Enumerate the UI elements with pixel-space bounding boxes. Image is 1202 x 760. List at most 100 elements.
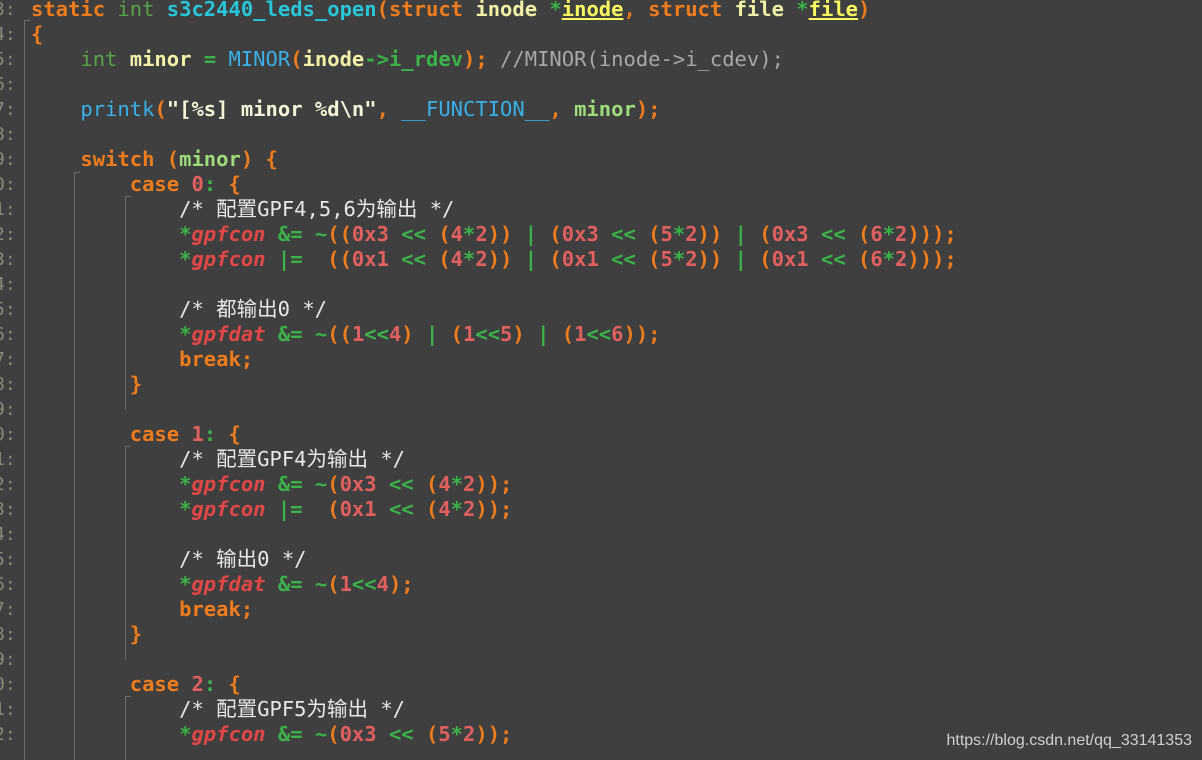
code-line[interactable]: 9: switch (minor) { [0, 147, 1202, 172]
code-text: /* 配置GPF4为输出 */ [31, 447, 405, 472]
code-token: ~ [314, 222, 328, 246]
code-token: break [179, 597, 241, 621]
line-number: 3: [0, 249, 16, 270]
code-line[interactable]: 3: *gpfcon |= ((0x1 << (4*2)) | (0x1 << … [0, 247, 1202, 272]
code-token: : [203, 172, 217, 196]
code-token: 0x3 [771, 222, 809, 246]
code-token: ~ [314, 472, 328, 496]
code-line[interactable]: 0: case 1: { [0, 422, 1202, 447]
code-token: | [524, 222, 538, 246]
code-line[interactable]: 9: [0, 397, 1202, 422]
code-line[interactable]: 1: /* 配置GPF5为输出 */ [0, 697, 1202, 722]
code-token: 1 [191, 422, 204, 446]
code-token: //MINOR(inode->i_cdev); [500, 47, 784, 71]
code-token: 1 [574, 322, 587, 346]
line-number: 5: [0, 49, 16, 70]
code-line[interactable]: 1: /* 配置GPF4为输出 */ [0, 447, 1202, 472]
function-fold-guide [24, 20, 25, 760]
code-line[interactable]: 4: [0, 272, 1202, 297]
code-token: : [203, 672, 217, 696]
code-token: , [623, 0, 649, 21]
code-line[interactable]: 7: printk("[%s] minor %d\n", __FUNCTION_… [0, 97, 1202, 122]
code-token: ( [648, 247, 661, 271]
code-line[interactable]: 4: [0, 522, 1202, 547]
code-line[interactable]: 6: *gpfdat &= ~(1<<4); [0, 572, 1202, 597]
code-token: 0x3 [351, 222, 389, 246]
code-token: ~ [314, 572, 328, 596]
code-token: 0x1 [351, 247, 389, 271]
code-token: )); [475, 497, 513, 521]
code-line[interactable]: 0: case 0: { [0, 172, 1202, 197]
code-line[interactable]: 0: case 2: { [0, 672, 1202, 697]
code-line[interactable]: 3:static int s3c2440_leds_open(struct in… [0, 0, 1202, 22]
code-line[interactable]: 8: } [0, 372, 1202, 397]
code-token: file [734, 0, 784, 21]
code-token: ); [463, 47, 488, 71]
code-token: * [179, 247, 192, 271]
code-line[interactable]: 2: *gpfcon &= ~(0x3 << (4*2)); [0, 472, 1202, 497]
code-token: 2 [191, 672, 204, 696]
code-token: gpfcon [191, 722, 266, 746]
code-token: ; [240, 347, 254, 371]
code-token: )); [623, 322, 661, 346]
code-text: case 1: { [31, 422, 241, 447]
code-line[interactable]: 6: *gpfdat &= ~((1<<4) | (1<<5) | (1<<6)… [0, 322, 1202, 347]
code-token: * [463, 247, 476, 271]
code-token: gpfdat [191, 322, 266, 346]
code-token: 6 [870, 222, 883, 246]
code-line[interactable]: 4: { [0, 22, 1202, 47]
code-line[interactable]: 7: break; [0, 347, 1202, 372]
code-line[interactable]: 9: [0, 647, 1202, 672]
code-token: << [475, 322, 501, 346]
code-token: | [734, 247, 747, 271]
code-line[interactable]: 3: *gpfcon |= (0x1 << (4*2)); [0, 497, 1202, 522]
code-line[interactable]: 8: [0, 122, 1202, 147]
code-token: ( [166, 147, 180, 171]
case2-fold-guide [125, 696, 126, 760]
code-token: 2 [685, 222, 698, 246]
code-line[interactable]: 7: break; [0, 597, 1202, 622]
code-token: ( [327, 722, 340, 746]
case2-fold-tick [125, 696, 131, 697]
line-number: 5: [0, 549, 16, 570]
code-line[interactable]: 5: int minor = MINOR(inode->i_rdev); //M… [0, 47, 1202, 72]
code-token: * [882, 222, 896, 246]
code-token: /* 配置GPF4为输出 */ [179, 447, 406, 471]
code-token: | [537, 322, 550, 346]
switch-fold-guide [74, 172, 75, 760]
code-token: struct [648, 0, 723, 21]
code-token: * [450, 472, 464, 496]
code-token: << [820, 247, 846, 271]
code-token: , [376, 97, 402, 121]
function-fold-tick [24, 20, 30, 21]
code-token: * [450, 722, 464, 746]
code-line[interactable]: 5: /* 输出0 */ [0, 547, 1202, 572]
code-line[interactable]: 8: } [0, 622, 1202, 647]
code-token: 2 [475, 222, 488, 246]
code-line[interactable]: 6: [0, 72, 1202, 97]
code-line[interactable]: 2: *gpfcon &= ~((0x3 << (4*2)) | (0x3 <<… [0, 222, 1202, 247]
code-token: )) [697, 247, 723, 271]
code-token: { [265, 147, 278, 171]
code-editor[interactable]: 3:static int s3c2440_leds_open(struct in… [0, 0, 1202, 760]
code-line[interactable]: 1: /* 配置GPF4,5,6为输出 */ [0, 197, 1202, 222]
code-token: &= [277, 322, 303, 346]
code-line[interactable]: 5: /* 都输出0 */ [0, 297, 1202, 322]
code-token: 5 [438, 722, 451, 746]
